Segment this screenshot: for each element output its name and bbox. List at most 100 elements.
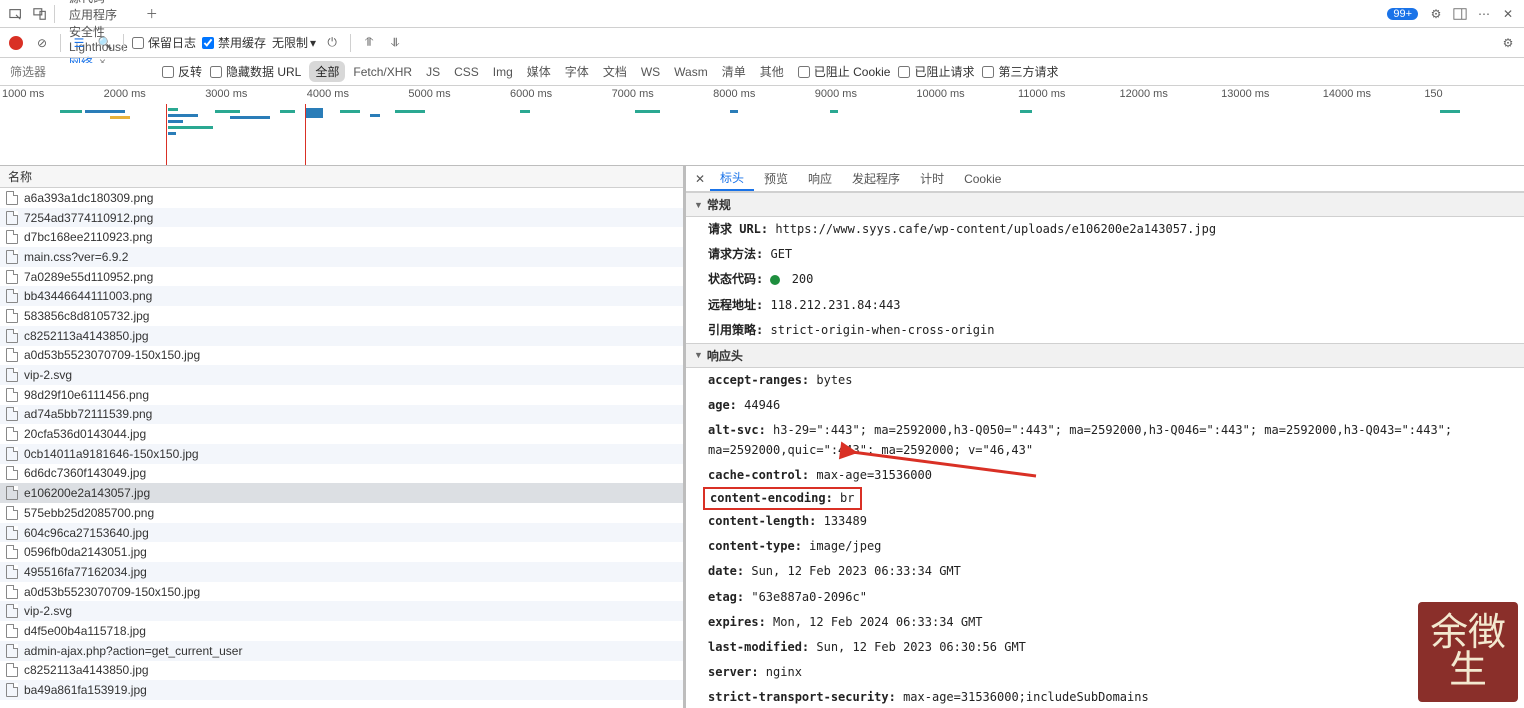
request-name: 583856c8d8105732.jpg — [24, 309, 149, 323]
request-row[interactable]: 575ebb25d2085700.png — [0, 503, 683, 523]
request-name: ba49a861fa153919.jpg — [24, 683, 147, 697]
request-row[interactable]: 20cfa536d0143044.jpg — [0, 424, 683, 444]
request-row[interactable]: a0d53b5523070709-150x150.jpg — [0, 582, 683, 602]
request-name: 495516fa77162034.jpg — [24, 565, 147, 579]
detail-body: ▼常规 请求 URL: https://www.syys.cafe/wp-con… — [686, 192, 1524, 708]
request-row[interactable]: ba49a861fa153919.jpg — [0, 680, 683, 700]
filter-type-CSS[interactable]: CSS — [448, 63, 485, 81]
general-method-value: GET — [770, 247, 792, 261]
blocked-cookies-checkbox[interactable]: 已阻止 Cookie — [798, 63, 891, 80]
third-party-checkbox[interactable]: 第三方请求 — [982, 63, 1058, 80]
inspect-icon[interactable] — [4, 0, 28, 27]
request-row[interactable]: a0d53b5523070709-150x150.jpg — [0, 346, 683, 366]
filter-toggle-icon[interactable]: ☰ — [69, 36, 89, 50]
filter-type-字体[interactable]: 字体 — [559, 61, 595, 82]
request-name: a0d53b5523070709-150x150.jpg — [24, 348, 200, 362]
request-row[interactable]: 583856c8d8105732.jpg — [0, 306, 683, 326]
detail-tab-3[interactable]: 发起程序 — [842, 166, 910, 191]
request-name: main.css?ver=6.9.2 — [24, 250, 128, 264]
header-value: bytes — [809, 373, 852, 387]
clear-button[interactable]: ⊘ — [32, 36, 52, 50]
request-list[interactable]: a6a393a1dc180309.png7254ad3774110912.png… — [0, 188, 683, 708]
settings-gear-icon[interactable]: ⚙ — [1498, 36, 1518, 50]
filter-type-Img[interactable]: Img — [487, 63, 519, 81]
detail-tab-1[interactable]: 预览 — [754, 166, 798, 191]
download-har-icon[interactable]: ⥥ — [385, 35, 405, 50]
request-row[interactable]: 98d29f10e6111456.png — [0, 385, 683, 405]
request-row[interactable]: 604c96ca27153640.jpg — [0, 523, 683, 543]
filter-type-文档[interactable]: 文档 — [597, 61, 633, 82]
network-conditions-icon[interactable]: ⏻ — [322, 35, 342, 50]
request-row[interactable]: 6d6dc7360f143049.jpg — [0, 464, 683, 484]
request-row[interactable]: c8252113a4143850.jpg — [0, 326, 683, 346]
section-response-headers[interactable]: ▼响应头 — [686, 343, 1524, 368]
invert-checkbox[interactable]: 反转 — [162, 63, 202, 80]
devtools-tab-3[interactable]: 应用程序 — [57, 6, 140, 23]
preserve-log-checkbox[interactable]: 保留日志 — [132, 34, 196, 51]
request-row[interactable]: main.css?ver=6.9.2 — [0, 247, 683, 267]
timeline-tick: 2000 ms — [102, 88, 204, 100]
response-header-row: accept-ranges: bytes — [686, 368, 1524, 393]
request-row[interactable]: vip-2.svg — [0, 365, 683, 385]
timeline-overview[interactable]: 1000 ms2000 ms3000 ms4000 ms5000 ms6000 … — [0, 86, 1524, 166]
response-header-row: content-encoding: br — [704, 488, 861, 509]
header-value: max-age=31536000 — [809, 468, 932, 482]
filter-type-全部[interactable]: 全部 — [309, 61, 345, 82]
request-row[interactable]: d4f5e00b4a115718.jpg — [0, 621, 683, 641]
dock-icon[interactable] — [1448, 0, 1472, 27]
detail-tab-4[interactable]: 计时 — [910, 166, 954, 191]
request-row[interactable]: 7254ad3774110912.png — [0, 208, 683, 228]
general-remote-value: 118.212.231.84:443 — [770, 298, 900, 312]
filter-type-清单[interactable]: 清单 — [716, 61, 752, 82]
request-row[interactable]: c8252113a4143850.jpg — [0, 661, 683, 681]
file-icon — [6, 329, 18, 343]
list-header-name[interactable]: 名称 — [0, 166, 683, 188]
issue-badge[interactable]: 99+ — [1387, 8, 1418, 20]
hide-data-urls-checkbox[interactable]: 隐藏数据 URL — [210, 63, 301, 80]
request-name: c8252113a4143850.jpg — [24, 329, 149, 343]
blocked-requests-checkbox[interactable]: 已阻止请求 — [898, 63, 974, 80]
detail-tabs: ✕ 标头预览响应发起程序计时Cookie — [686, 166, 1524, 192]
header-key: server: — [708, 665, 759, 679]
device-icon[interactable] — [28, 0, 52, 27]
general-refpol-value: strict-origin-when-cross-origin — [770, 323, 994, 337]
detail-tab-2[interactable]: 响应 — [798, 166, 842, 191]
close-detail-icon[interactable]: ✕ — [690, 172, 710, 186]
response-header-row: server: nginx — [686, 660, 1524, 685]
section-general[interactable]: ▼常规 — [686, 192, 1524, 217]
filter-type-Fetch/XHR[interactable]: Fetch/XHR — [347, 63, 418, 81]
request-row[interactable]: 7a0289e55d110952.png — [0, 267, 683, 287]
request-row[interactable]: ad74a5bb72111539.png — [0, 405, 683, 425]
settings-icon[interactable]: ⚙ — [1424, 0, 1448, 27]
request-row[interactable]: bb43446644111003.png — [0, 286, 683, 306]
filter-type-其他[interactable]: 其他 — [754, 61, 790, 82]
filter-type-JS[interactable]: JS — [420, 63, 446, 81]
record-button[interactable] — [6, 36, 26, 50]
timeline-tick: 8000 ms — [711, 88, 813, 100]
file-icon — [6, 407, 18, 421]
disable-cache-checkbox[interactable]: 禁用缓存 — [202, 34, 266, 51]
request-row[interactable]: vip-2.svg — [0, 601, 683, 621]
search-icon[interactable]: 🔍 — [95, 36, 115, 50]
file-icon — [6, 270, 18, 284]
request-row[interactable]: admin-ajax.php?action=get_current_user — [0, 641, 683, 661]
request-row[interactable]: 495516fa77162034.jpg — [0, 562, 683, 582]
request-row[interactable]: 0596fb0da2143051.jpg — [0, 542, 683, 562]
throttling-select[interactable]: 无限制 ▾ — [272, 34, 316, 51]
filter-input[interactable] — [4, 63, 154, 81]
filter-type-Wasm[interactable]: Wasm — [668, 63, 714, 81]
request-row[interactable]: e106200e2a143057.jpg — [0, 483, 683, 503]
add-tab-icon[interactable]: ＋ — [140, 0, 164, 27]
filter-type-WS[interactable]: WS — [635, 63, 666, 81]
detail-tab-0[interactable]: 标头 — [710, 166, 754, 191]
request-row[interactable]: d7bc168ee2110923.png — [0, 227, 683, 247]
request-row[interactable]: a6a393a1dc180309.png — [0, 188, 683, 208]
filter-type-媒体[interactable]: 媒体 — [521, 61, 557, 82]
detail-tab-5[interactable]: Cookie — [954, 166, 1011, 191]
file-icon — [6, 427, 18, 441]
more-icon[interactable]: ⋯ — [1472, 0, 1496, 27]
header-key: strict-transport-security: — [708, 690, 896, 704]
request-row[interactable]: 0cb14011a9181646-150x150.jpg — [0, 444, 683, 464]
close-icon[interactable]: ✕ — [1496, 0, 1520, 27]
upload-har-icon[interactable]: ⥣ — [359, 35, 379, 50]
